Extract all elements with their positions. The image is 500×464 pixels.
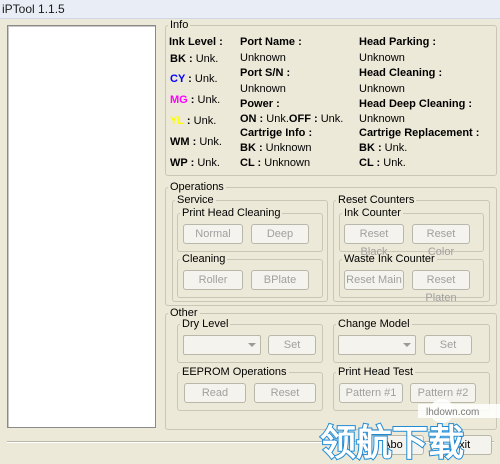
reset-platen-button[interactable]: Reset Platen [412,270,470,304]
watermark-logo: lhdown.com 领航下载 [319,399,500,464]
ink-value-mg: Unk. [197,94,221,106]
cleaning-legend: Cleaning [182,253,226,265]
eeprom-reset-button[interactable]: Reset [254,383,316,403]
cartridge-replacement-bk: BK : Unk. [359,142,407,154]
cartridge-replacement-bk-value: Unk. [384,142,408,154]
ink-value-yl: Unk. [193,115,217,127]
power-on-label: ON : [240,113,264,125]
reset-main-button[interactable]: Reset Main [344,270,404,290]
title-bar: iPTool 1.1.5 [0,0,500,19]
chevron-down-icon [403,343,411,347]
ink-key-wp: WP [170,157,188,169]
reset-color-button[interactable]: Reset Color [412,224,470,258]
ink-row-bk: BK : Unk. [170,53,219,65]
change-model-set-button[interactable]: Set [424,335,472,355]
head-parking-heading: Head Parking : [359,36,437,48]
head-deep-cleaning-value: Unknown [359,113,405,125]
dry-level-legend: Dry Level [182,318,229,330]
cartridge-info-cl-label: CL : [240,157,262,169]
ink-row-wm: WM : Unk. [170,136,222,148]
cartridge-info-bk-label: BK : [240,142,263,154]
ink-row-mg: MG : Unk. [170,94,221,106]
cartridge-replacement-heading: Cartrige Replacement : [359,127,480,139]
ink-value-wm: Unk. [199,136,222,148]
print-head-test-legend: Print Head Test [338,366,414,378]
waste-ink-counter-legend: Waste Ink Counter [344,253,435,265]
reset-counters-legend: Reset Counters [338,194,415,206]
power-off-label: OFF : [288,113,318,125]
window-title: iPTool 1.1.5 [2,2,65,16]
info-legend: Info [170,19,189,31]
dry-level-select[interactable] [183,335,261,355]
cartridge-info-bk: BK : Unknown [240,142,312,154]
cartridge-replacement-cl-value: Unk. [383,157,406,169]
cartridge-info-bk-value: Unknown [265,142,312,154]
ink-value-wp: Unk. [197,157,220,169]
ink-row-yl: YL : Unk. [170,115,217,127]
ink-level-heading: Ink Level : [169,36,223,48]
port-name-heading: Port Name : [240,36,302,48]
power-heading: Power : [240,98,280,110]
device-list[interactable] [7,25,156,428]
reset-black-button[interactable]: Reset Black [344,224,404,258]
ink-key-wm: WM [170,136,190,148]
cartridge-replacement-cl-label: CL : [359,157,381,169]
dry-level-set-button[interactable]: Set [268,335,316,355]
watermark-url: lhdown.com [426,407,479,418]
change-model-select[interactable] [338,335,416,355]
head-parking-value: Unknown [359,52,405,64]
ink-key-bk: BK [170,53,186,65]
chevron-down-icon [248,343,256,347]
eeprom-legend: EEPROM Operations [182,366,287,378]
change-model-legend: Change Model [338,318,410,330]
port-sn-heading: Port S/N : [240,67,291,79]
ink-key-cy: CY [170,73,186,85]
cartridge-info-cl-value: Unknown [264,157,311,169]
ink-value-bk: Unk. [195,53,219,65]
normal-cleaning-button[interactable]: Normal [183,224,243,244]
eeprom-read-button[interactable]: Read [184,383,246,403]
power-off-value: Unk. [320,113,344,125]
cartridge-info-cl: CL : Unknown [240,157,310,169]
cartridge-info-heading: Cartrige Info : [240,127,313,139]
cartridge-replacement-cl: CL : Unk. [359,157,406,169]
cartridge-replacement-bk-label: BK : [359,142,382,154]
ink-value-cy: Unk. [194,73,218,85]
port-sn-value: Unknown [240,83,286,95]
port-name-value: Unknown [240,52,286,64]
ink-row-cy: CY : Unk. [170,73,218,85]
head-cleaning-value: Unknown [359,83,405,95]
deep-cleaning-button[interactable]: Deep [251,224,309,244]
operations-legend: Operations [170,181,224,193]
head-cleaning-heading: Head Cleaning : [359,67,443,79]
service-legend: Service [177,194,214,206]
ink-row-wp: WP : Unk. [170,157,220,169]
head-deep-cleaning-heading: Head Deep Cleaning : [359,98,473,110]
watermark: lhdown.com 领航下载 [318,395,500,464]
watermark-brand: 领航下载 [320,422,464,461]
power-values: ON : Unk.OFF : Unk. [240,113,343,125]
bplate-button[interactable]: BPlate [251,270,309,290]
ink-key-mg: MG [170,94,188,106]
ink-key-yl: YL [170,115,184,127]
roller-button[interactable]: Roller [183,270,243,290]
ink-counter-legend: Ink Counter [344,207,401,219]
power-on-value: Unk. [266,113,289,125]
print-head-cleaning-legend: Print Head Cleaning [182,207,281,219]
